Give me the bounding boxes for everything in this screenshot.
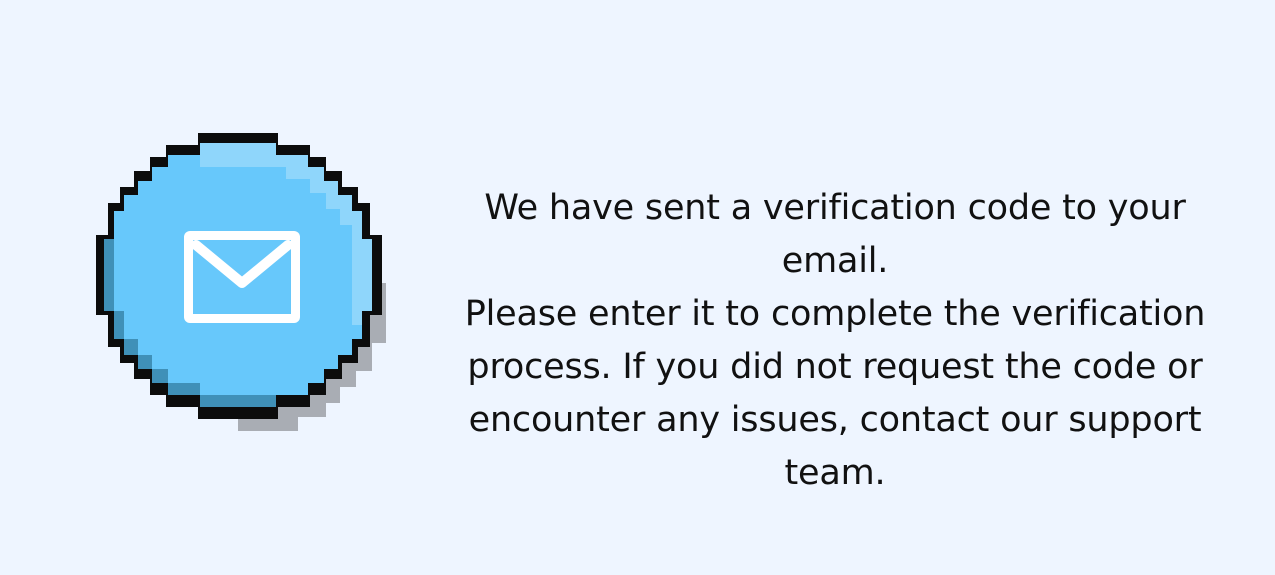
verification-message: We have sent a verification code to your… bbox=[464, 188, 1206, 493]
mail-badge bbox=[96, 133, 404, 433]
verification-notice: We have sent a verification code to your… bbox=[0, 0, 1275, 575]
mail-icon bbox=[184, 231, 300, 323]
mail-badge-graphic bbox=[96, 133, 386, 431]
